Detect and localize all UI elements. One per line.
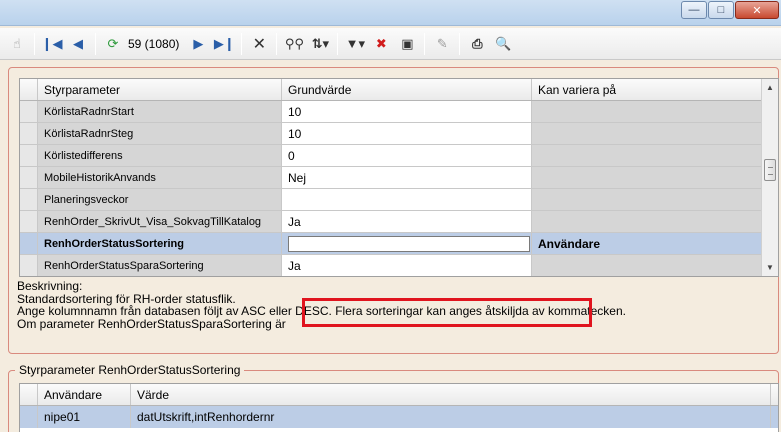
grid-header: Styrparameter Grundvärde Kan variera på: [20, 79, 778, 101]
filter-icon[interactable]: ▼▾: [344, 32, 366, 56]
row-selector[interactable]: [20, 406, 38, 428]
highlight-box-description: [302, 298, 592, 327]
param-value-input[interactable]: [288, 235, 530, 252]
toolbar-separator: [34, 32, 35, 55]
description-label: Beskrivning:: [17, 279, 83, 293]
param-name: RenhOrder_SkrivUt_Visa_SokvagTillKatalog: [38, 211, 282, 232]
param-name: KörlistaRadnrStart: [38, 101, 282, 122]
toolbar-separator: [95, 32, 96, 55]
param-value[interactable]: Nej: [282, 167, 532, 188]
param-name: RenhOrderStatusSortering: [38, 233, 282, 254]
param-vary: [532, 123, 763, 144]
table-row[interactable]: MobileHistorikAnvands Nej: [20, 167, 778, 189]
param-vary: [532, 255, 763, 276]
detail-panel: Styrparameter RenhOrderStatusSortering A…: [8, 363, 779, 432]
title-bar: — □ ✕: [0, 0, 781, 26]
edit-icon[interactable]: ✎: [431, 32, 453, 56]
param-value[interactable]: 10: [282, 101, 532, 122]
minimize-icon[interactable]: —: [681, 1, 707, 19]
param-value[interactable]: 0: [282, 145, 532, 166]
row-selector[interactable]: [20, 233, 38, 254]
toolbar-separator: [337, 32, 339, 55]
next-record-icon[interactable]: ▶: [187, 32, 209, 56]
first-record-icon[interactable]: ❙◀: [41, 32, 63, 56]
row-selector[interactable]: [20, 101, 38, 122]
toolbar-separator: [241, 32, 243, 55]
detail-grid: Användare Värde nipe01 datUtskrift,intRe…: [19, 383, 779, 432]
param-vary: [532, 167, 763, 188]
hand-icon[interactable]: ☝: [6, 32, 28, 56]
refresh-icon[interactable]: ⟳: [102, 32, 124, 56]
window-controls: — □ ✕: [680, 1, 779, 19]
row-selector[interactable]: [20, 255, 38, 276]
param-vary: [532, 145, 763, 166]
maximize-icon[interactable]: □: [708, 1, 734, 19]
param-value[interactable]: [282, 189, 532, 210]
param-vary: Användare: [532, 233, 763, 254]
find-icon[interactable]: ⚲⚲: [283, 32, 305, 56]
clear-filter-icon[interactable]: ✖: [370, 32, 392, 56]
detail-value[interactable]: datUtskrift,intRenhordernr: [131, 406, 771, 428]
table-row[interactable]: RenhOrder_SkrivUt_Visa_SokvagTillKatalog…: [20, 211, 778, 233]
record-position: 59 (1080): [128, 36, 180, 51]
detail-panel-title: Styrparameter RenhOrderStatusSortering: [15, 363, 245, 377]
row-selector-header: [20, 384, 38, 405]
param-name: Körlistedifferens: [38, 145, 282, 166]
last-record-icon[interactable]: ▶❙: [213, 32, 235, 56]
column-header-varde[interactable]: Värde: [131, 384, 771, 405]
toolbar-separator: [424, 32, 426, 55]
table-row[interactable]: KörlistaRadnrStart 10: [20, 101, 778, 123]
sort-icon[interactable]: ⇅▾: [309, 32, 331, 56]
row-selector[interactable]: [20, 189, 38, 210]
row-selector[interactable]: [20, 145, 38, 166]
row-selector-header: [20, 79, 38, 100]
param-value[interactable]: Ja: [282, 211, 532, 232]
param-name: Planeringsveckor: [38, 189, 282, 210]
scroll-up-icon[interactable]: ▲: [762, 79, 778, 96]
table-row-selected[interactable]: nipe01 datUtskrift,intRenhordernr: [20, 406, 778, 428]
param-vary: [532, 211, 763, 232]
toolbar-separator: [276, 32, 278, 55]
param-name: KörlistaRadnrSteg: [38, 123, 282, 144]
row-selector[interactable]: [20, 123, 38, 144]
param-value[interactable]: Ja: [282, 255, 532, 276]
table-row-selected[interactable]: RenhOrderStatusSortering Användare: [20, 233, 778, 255]
scroll-thumb[interactable]: [764, 159, 776, 181]
param-name: MobileHistorikAnvands: [38, 167, 282, 188]
column-header-styrparameter[interactable]: Styrparameter: [38, 79, 282, 100]
table-row[interactable]: Körlistedifferens 0: [20, 145, 778, 167]
table-row[interactable]: Planeringsveckor: [20, 189, 778, 211]
grid-scrollbar[interactable]: ▲ ▼: [761, 79, 778, 276]
table-row[interactable]: RenhOrderStatusSparaSortering Ja: [20, 255, 778, 276]
toolbar-separator: [459, 32, 461, 55]
column-header-kan-variera[interactable]: Kan variera på: [532, 79, 763, 100]
detail-user[interactable]: nipe01: [38, 406, 131, 428]
previous-record-icon[interactable]: ◀: [67, 32, 89, 56]
column-header-anvandare[interactable]: Användare: [38, 384, 131, 405]
row-selector[interactable]: [20, 211, 38, 232]
detail-grid-header: Användare Värde: [20, 384, 778, 406]
param-vary: [532, 189, 763, 210]
close-icon[interactable]: ✕: [735, 1, 779, 19]
param-name: RenhOrderStatusSparaSortering: [38, 255, 282, 276]
param-value[interactable]: 10: [282, 123, 532, 144]
description-text: Ange kolumnnamn från databasen följt av …: [17, 304, 332, 318]
param-value-editor-cell[interactable]: [282, 233, 532, 254]
column-header-grundvarde[interactable]: Grundvärde: [282, 79, 532, 100]
parameters-grid: Styrparameter Grundvärde Kan variera på …: [19, 78, 779, 277]
print-icon[interactable]: ⎙: [466, 32, 488, 56]
toolbar: ☝ ❙◀ ◀ ⟳ 59 (1080) ▶ ▶❙ ✕ ⚲⚲ ⇅▾ ▼▾ ✖ ▣ ✎…: [0, 28, 781, 60]
print-preview-icon[interactable]: 🔍: [492, 32, 514, 56]
view-icon[interactable]: ▣: [396, 32, 418, 56]
table-row[interactable]: KörlistaRadnrSteg 10: [20, 123, 778, 145]
param-vary: [532, 101, 763, 122]
scroll-down-icon[interactable]: ▼: [762, 259, 778, 276]
row-selector[interactable]: [20, 167, 38, 188]
delete-icon[interactable]: ✕: [248, 32, 270, 56]
